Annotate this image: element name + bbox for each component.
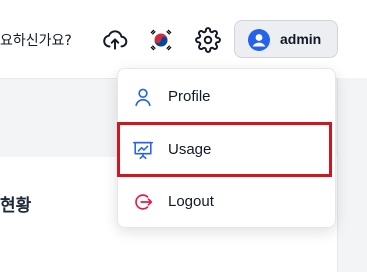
gear-icon[interactable] bbox=[195, 27, 221, 53]
user-avatar-icon bbox=[248, 29, 270, 51]
user-icon bbox=[132, 86, 154, 108]
menu-item-label: Logout bbox=[168, 193, 214, 210]
admin-label: admin bbox=[280, 31, 322, 47]
admin-account-button[interactable]: admin bbox=[234, 20, 338, 58]
menu-item-logout[interactable]: Logout bbox=[118, 176, 335, 228]
menu-item-label: Profile bbox=[168, 88, 211, 105]
highlight-box bbox=[117, 122, 332, 177]
cloud-upload-icon[interactable] bbox=[102, 27, 128, 53]
korean-flag-icon[interactable] bbox=[148, 27, 174, 53]
section-title: 현황 bbox=[0, 196, 32, 216]
top-header: 요하신가요? admin bbox=[0, 0, 367, 78]
logout-icon bbox=[132, 191, 154, 213]
menu-item-profile[interactable]: Profile bbox=[118, 71, 335, 123]
help-text[interactable]: 요하신가요? bbox=[0, 30, 72, 50]
right-panel-edge bbox=[337, 78, 367, 272]
